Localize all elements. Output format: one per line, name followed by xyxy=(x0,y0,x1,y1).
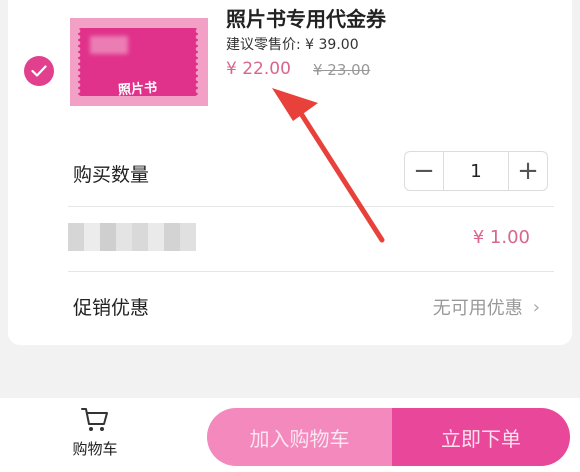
blurred-item-label xyxy=(68,223,196,251)
cart-label: 购物车 xyxy=(72,440,118,458)
product-price: ¥ 22.00 xyxy=(226,59,291,79)
quantity-stepper: − 1 + xyxy=(404,151,548,191)
chevron-right-icon: › xyxy=(532,296,540,318)
promo-value: 无可用优惠 xyxy=(432,298,523,319)
divider xyxy=(68,271,554,272)
minus-icon: − xyxy=(413,156,435,186)
fee-amount: ¥ 1.00 xyxy=(472,227,530,248)
cart-tab[interactable]: 购物车 xyxy=(58,406,132,468)
promo-label: 促销优惠 xyxy=(73,297,150,319)
plus-button[interactable]: + xyxy=(509,152,547,190)
order-page: 照片书 照片书专用代金券 建议零售价: ¥ 39.00 ¥ 22.00 ¥ 23… xyxy=(0,0,580,472)
cart-icon xyxy=(81,408,108,431)
product-msrp: 建议零售价: ¥ 39.00 xyxy=(226,37,359,53)
buy-now-button[interactable]: 立即下单 xyxy=(392,408,570,466)
product-original-price: ¥ 23.00 xyxy=(313,61,371,79)
product-title: 照片书专用代金券 xyxy=(226,7,386,31)
add-to-cart-button[interactable]: 加入购物车 xyxy=(207,408,392,466)
minus-button[interactable]: − xyxy=(405,152,443,190)
plus-icon: + xyxy=(517,156,539,186)
bottom-action-bar: 购物车 加入购物车 立即下单 xyxy=(0,398,580,472)
divider xyxy=(68,206,554,207)
product-thumbnail[interactable]: 照片书 xyxy=(70,18,208,106)
quantity-value[interactable]: 1 xyxy=(443,152,509,190)
promo-selector[interactable]: 无可用优惠 › xyxy=(433,294,540,320)
blurred-logo xyxy=(90,36,128,54)
select-checkbox[interactable] xyxy=(24,56,54,86)
voucher-image-label: 照片书 xyxy=(117,80,158,99)
check-icon xyxy=(31,65,47,77)
quantity-label: 购买数量 xyxy=(73,164,150,186)
voucher-image: 照片书 xyxy=(75,28,201,99)
